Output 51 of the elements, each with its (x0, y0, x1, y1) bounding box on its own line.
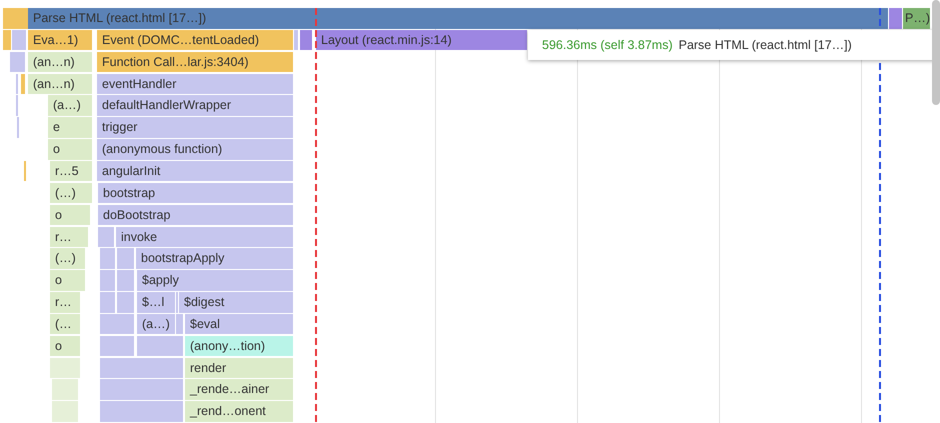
flame-bar[interactable]: $eval (185, 314, 293, 334)
flame-bar[interactable]: Eva…1) (28, 30, 92, 50)
flame-bar[interactable]: r… (50, 292, 80, 313)
flame-bar (117, 270, 134, 291)
event-name: Parse HTML (react.html [17…]) (678, 38, 852, 52)
flame-bar (300, 30, 312, 50)
flame-bar[interactable]: angularInit (97, 160, 293, 182)
flame-bar (100, 248, 115, 269)
flame-bar[interactable]: _rend…onent (185, 401, 293, 422)
duration-text: 596.36ms (self 3.87ms) (542, 38, 673, 52)
flame-bar[interactable]: $…l (137, 292, 175, 313)
flame-bar (117, 248, 134, 269)
flame-bar[interactable]: Layout (react.min.js:14) (316, 30, 527, 50)
flame-bar[interactable]: bootstrap (98, 182, 293, 204)
flame-bar[interactable]: r… (50, 226, 88, 248)
flame-bar (98, 226, 114, 248)
flame-bar (52, 379, 78, 400)
flame-bar[interactable]: invoke (116, 226, 293, 248)
flame-bar (294, 30, 298, 50)
flame-bar[interactable]: $apply (137, 270, 293, 291)
scrollbar-thumb[interactable] (932, 0, 940, 105)
flame-bar[interactable]: o (48, 139, 92, 160)
flame-bar[interactable]: (… (50, 314, 80, 334)
flame-bar[interactable]: _rende…ainer (185, 379, 293, 400)
flame-bar[interactable]: (an…n) (28, 74, 92, 94)
flame-bar (50, 358, 80, 378)
flame-bar[interactable]: r…5 (50, 160, 92, 182)
flame-bar[interactable]: (an…n) (28, 52, 92, 72)
flame-bar[interactable]: e (48, 117, 92, 138)
flame-bar[interactable]: defaultHandlerWrapper (97, 95, 293, 116)
flame-bar[interactable]: $digest (179, 292, 293, 313)
flame-bar[interactable]: Event (DOMC…tentLoaded) (97, 30, 293, 50)
flame-bar[interactable]: o (50, 204, 90, 226)
flame-bar[interactable]: o (50, 336, 80, 356)
flame-bar (100, 270, 115, 291)
flame-bar[interactable]: (…) (50, 248, 85, 269)
flame-bar[interactable]: Function Call…lar.js:3404) (97, 52, 293, 72)
flame-bar[interactable]: (anony…tion) (185, 336, 293, 356)
flame-bar[interactable]: bootstrapApply (136, 248, 293, 269)
flame-bar[interactable]: (a…) (48, 95, 92, 116)
flame-bar[interactable]: (…) (50, 182, 92, 204)
flame-bar[interactable]: trigger (97, 117, 293, 138)
flame-bar[interactable]: o (50, 270, 85, 291)
flame-bar[interactable]: doBootstrap (98, 204, 293, 226)
flame-bar (889, 8, 902, 29)
flame-bar[interactable]: P…) (903, 8, 930, 29)
flame-bar[interactable]: (anonymous function) (97, 139, 293, 160)
flame-bar[interactable]: (a…) (137, 314, 175, 334)
flame-bar[interactable]: render (185, 358, 293, 378)
flame-bar (52, 401, 78, 422)
flame-bar[interactable]: eventHandler (97, 74, 293, 94)
